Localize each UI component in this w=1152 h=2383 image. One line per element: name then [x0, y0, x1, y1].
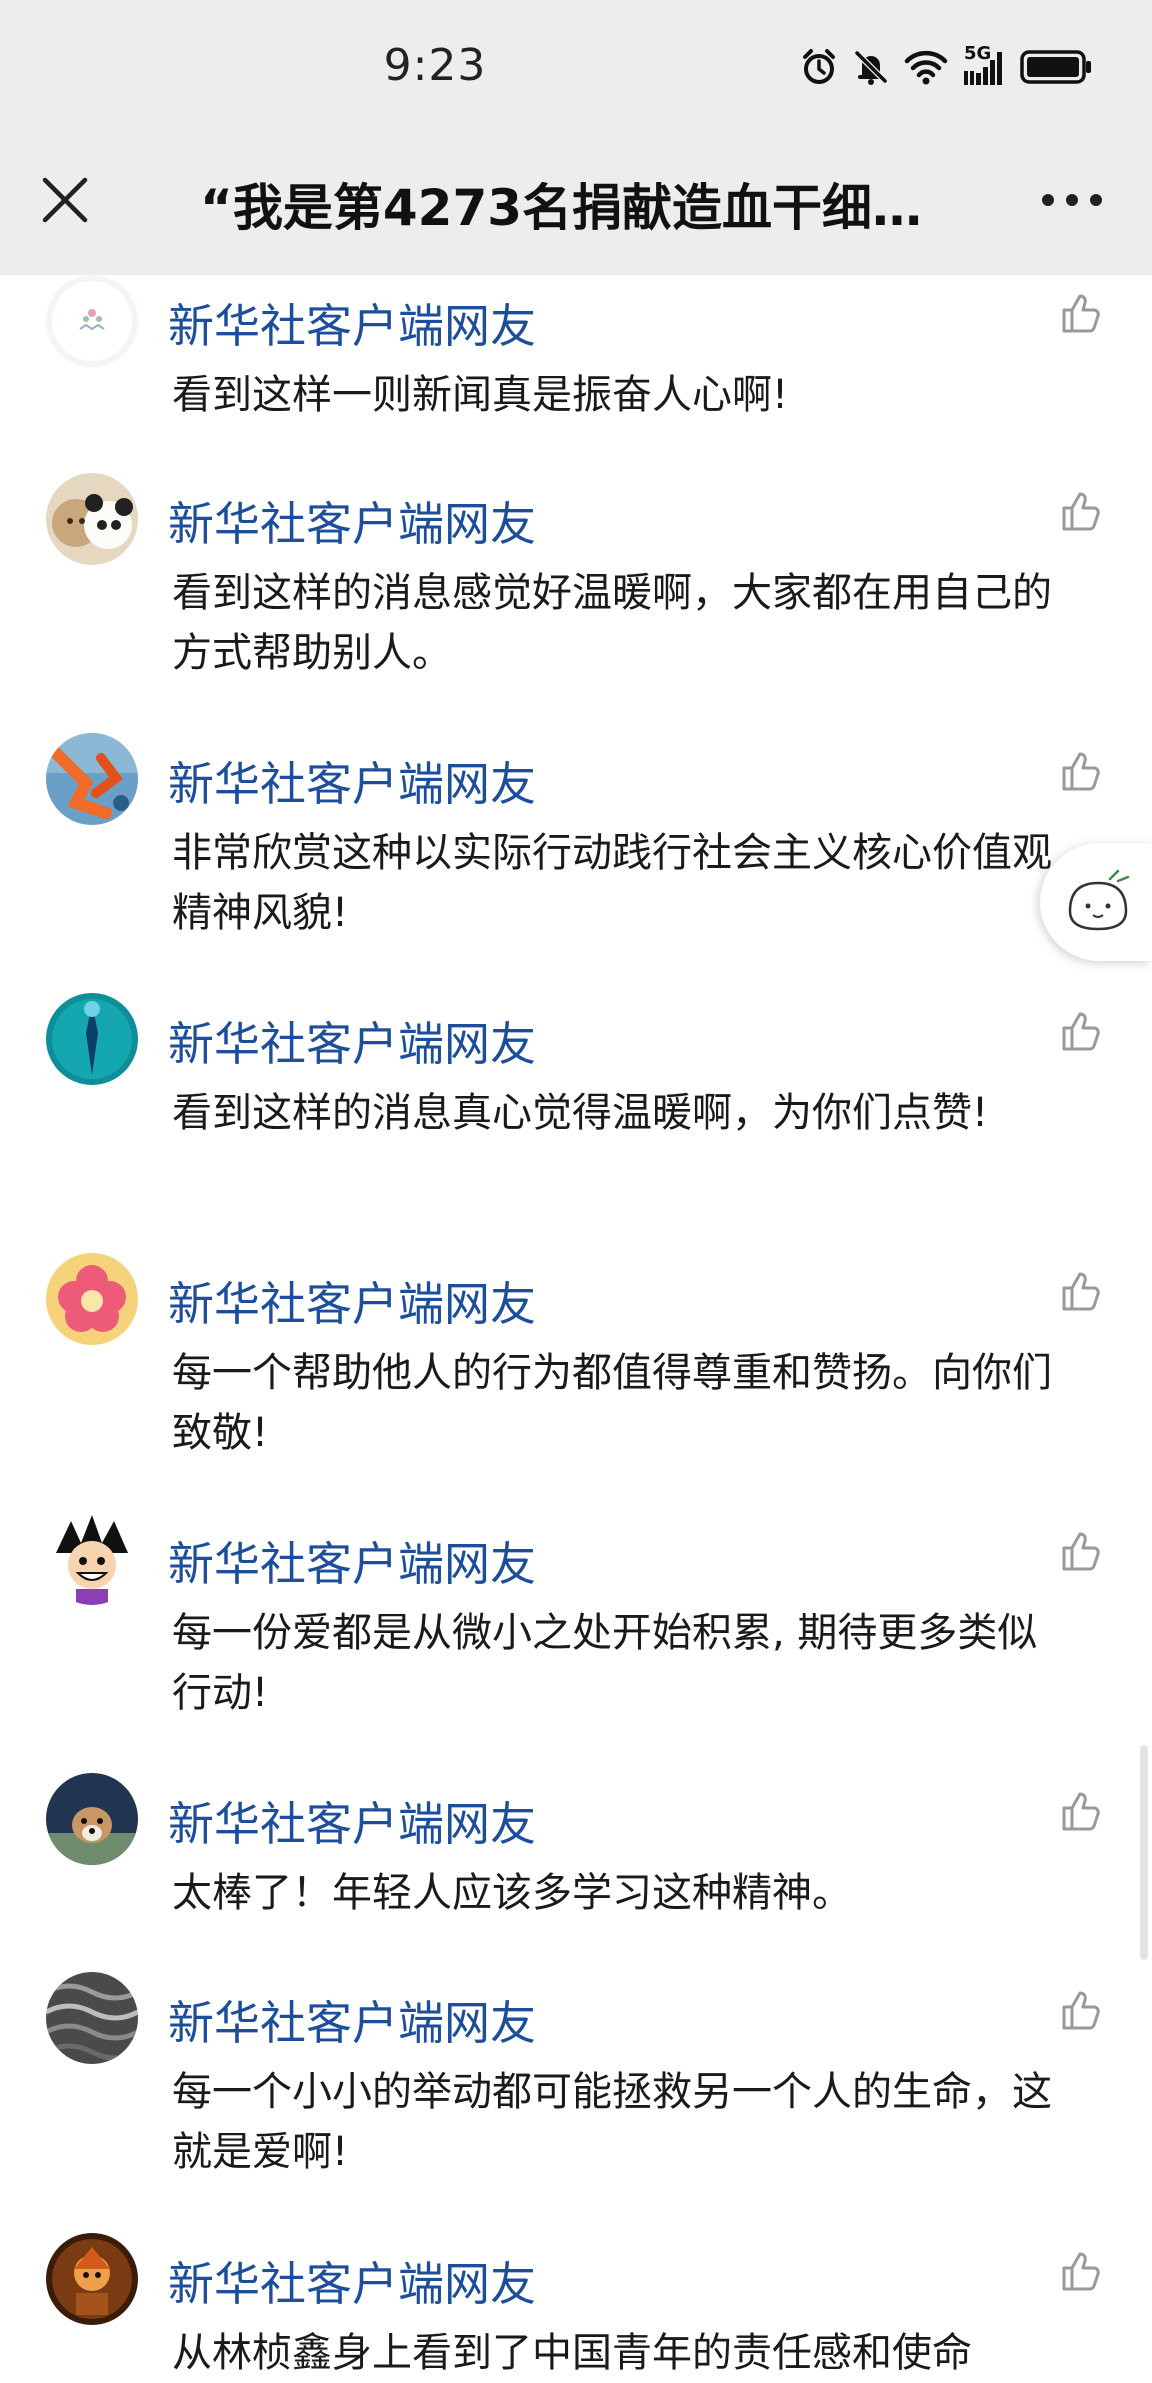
more-button[interactable]	[1032, 165, 1112, 235]
avatar-bears	[46, 473, 138, 565]
avatar-waves	[46, 1972, 138, 2064]
comment-text: 从林桢鑫身上看到了中国青年的责任感和使命	[172, 2330, 972, 2376]
like-icon[interactable]	[1058, 1986, 1106, 2034]
status-icons: 5G	[800, 42, 1092, 92]
page-title: “我是第4273名捐献造血干细…	[200, 179, 923, 237]
comment-username[interactable]: 新华社客户端网友	[168, 290, 536, 356]
comment-text: 每一个小小的举动都可能拯救另一个人的生命，这就是爱啊!	[172, 2069, 1052, 2175]
avatar[interactable]	[46, 733, 138, 825]
floating-widget-button[interactable]	[1040, 843, 1152, 961]
avatar-dog	[46, 1773, 138, 1865]
like-icon[interactable]	[1058, 1527, 1106, 1575]
comment-username[interactable]: 新华社客户端网友	[168, 488, 536, 554]
alarm-icon	[800, 48, 838, 86]
avatar[interactable]	[46, 993, 138, 1085]
avatar[interactable]	[46, 275, 138, 367]
avatar[interactable]	[46, 1972, 138, 2064]
like-icon[interactable]	[1058, 487, 1106, 535]
comment-text: 非常欣赏这种以实际行动践行社会主义核心价值观精神风貌!	[172, 830, 1052, 936]
comment-text: 每一个帮助他人的行为都值得尊重和赞扬。向你们致敬!	[172, 1350, 1052, 1456]
avatar[interactable]	[46, 1253, 138, 1345]
like-icon[interactable]	[1058, 747, 1106, 795]
comment-username[interactable]: 新华社客户端网友	[168, 1788, 536, 1854]
signal-icon: 5G	[962, 43, 1006, 87]
avatar-cartoon-boy	[46, 1513, 138, 1605]
comment-username[interactable]: 新华社客户端网友	[168, 1268, 536, 1334]
floating-character-icon	[1052, 855, 1144, 947]
avatar[interactable]	[46, 473, 138, 565]
avatar-figure	[46, 2233, 138, 2325]
like-icon[interactable]	[1058, 1007, 1106, 1055]
avatar[interactable]	[46, 2233, 138, 2325]
status-bar: 9:23 5G	[0, 0, 1152, 130]
close-button[interactable]	[30, 165, 100, 235]
comment-text: 太棒了！年轻人应该多学习这种精神。	[172, 1870, 852, 1916]
avatar-teal	[46, 993, 138, 1085]
like-icon[interactable]	[1058, 1787, 1106, 1835]
avatar[interactable]	[46, 1773, 138, 1865]
status-time: 9:23	[383, 40, 487, 91]
comment-text: 看到这样的消息真心觉得温暖啊，为你们点赞!	[172, 1090, 989, 1136]
wifi-icon	[904, 49, 948, 85]
more-icon	[1042, 194, 1102, 206]
like-icon[interactable]	[1058, 1267, 1106, 1315]
comment-username[interactable]: 新华社客户端网友	[168, 748, 536, 814]
comment-username[interactable]: 新华社客户端网友	[168, 1987, 536, 2053]
mute-icon	[852, 48, 890, 86]
avatar-flower-white	[46, 275, 138, 367]
like-icon[interactable]	[1058, 2247, 1106, 2295]
title-bar: “我是第4273名捐献造血干细…	[0, 130, 1152, 275]
comment-text: 看到这样一则新闻真是振奋人心啊!	[172, 372, 789, 418]
scrollbar[interactable]	[1140, 1745, 1148, 1960]
avatar[interactable]	[46, 1513, 138, 1605]
comment-username[interactable]: 新华社客户端网友	[168, 1008, 536, 1074]
like-icon[interactable]	[1058, 289, 1106, 337]
battery-icon	[1020, 49, 1092, 85]
avatar-pink-flower	[46, 1253, 138, 1345]
avatar-orange-abstract	[46, 733, 138, 825]
comment-text: 每一份爱都是从微小之处开始积累, 期待更多类似行动!	[172, 1610, 1038, 1716]
comment-username[interactable]: 新华社客户端网友	[168, 1528, 536, 1594]
close-icon	[42, 177, 88, 223]
comment-username[interactable]: 新华社客户端网友	[168, 2248, 536, 2314]
comment-text: 看到这样的消息感觉好温暖啊，大家都在用自己的方式帮助别人。	[172, 570, 1052, 676]
